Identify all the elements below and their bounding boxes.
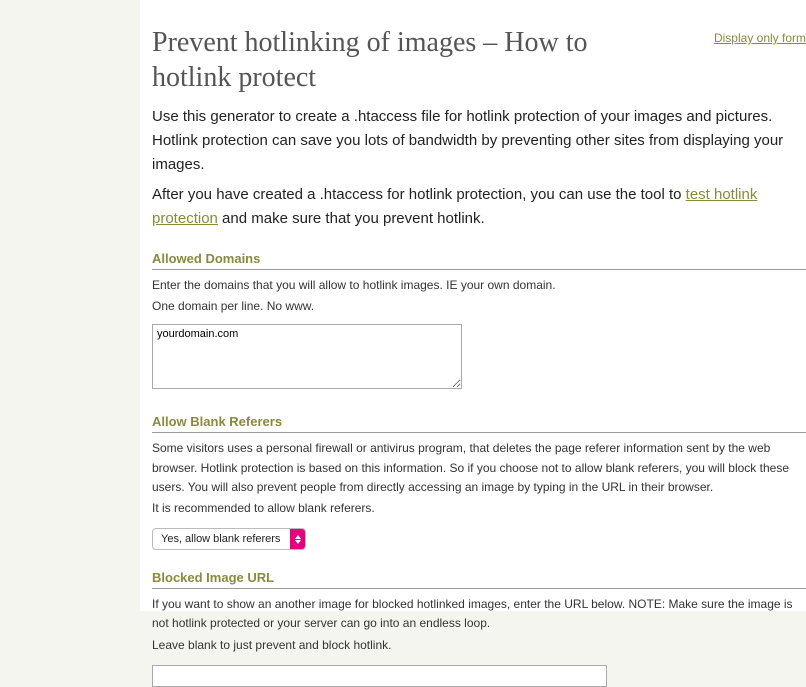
- blocked-url-help-1: If you want to show an another image for…: [152, 595, 806, 633]
- allowed-domains-help-1: Enter the domains that you will allow to…: [152, 276, 806, 295]
- blocked-url-input[interactable]: [152, 665, 607, 687]
- intro-p2-before: After you have created a .htaccess for h…: [152, 186, 686, 203]
- allowed-domains-help-2: One domain per line. No www.: [152, 297, 806, 316]
- blocked-url-help-2: Leave blank to just prevent and block ho…: [152, 636, 806, 655]
- page-container: Prevent hotlinking of images – How to ho…: [140, 0, 806, 611]
- blank-referers-select[interactable]: Yes, allow blank referers: [152, 528, 306, 550]
- blank-referers-title: Allow Blank Referers: [152, 414, 806, 433]
- allowed-domains-section: Allowed Domains Enter the domains that y…: [152, 251, 806, 394]
- allowed-domains-textarea[interactable]: [152, 324, 462, 389]
- display-only-form-link[interactable]: Display only form: [714, 31, 806, 45]
- blank-referers-help-1: Some visitors uses a personal firewall o…: [152, 439, 806, 497]
- intro-paragraph-1: Use this generator to create a .htaccess…: [152, 105, 806, 177]
- blank-referers-section: Allow Blank Referers Some visitors uses …: [152, 414, 806, 550]
- blocked-url-section: Blocked Image URL If you want to show an…: [152, 570, 806, 687]
- intro-paragraph-2: After you have created a .htaccess for h…: [152, 183, 806, 231]
- blocked-url-title: Blocked Image URL: [152, 570, 806, 589]
- page-title: Prevent hotlinking of images – How to ho…: [152, 25, 642, 95]
- header-row: Prevent hotlinking of images – How to ho…: [152, 25, 806, 95]
- select-arrow-icon: [290, 529, 305, 549]
- intro-p2-after: and make sure that you prevent hotlink.: [218, 210, 485, 227]
- blank-referers-help-2: It is recommended to allow blank referer…: [152, 499, 806, 518]
- blank-referers-selected-value: Yes, allow blank referers: [153, 529, 290, 549]
- allowed-domains-title: Allowed Domains: [152, 251, 806, 270]
